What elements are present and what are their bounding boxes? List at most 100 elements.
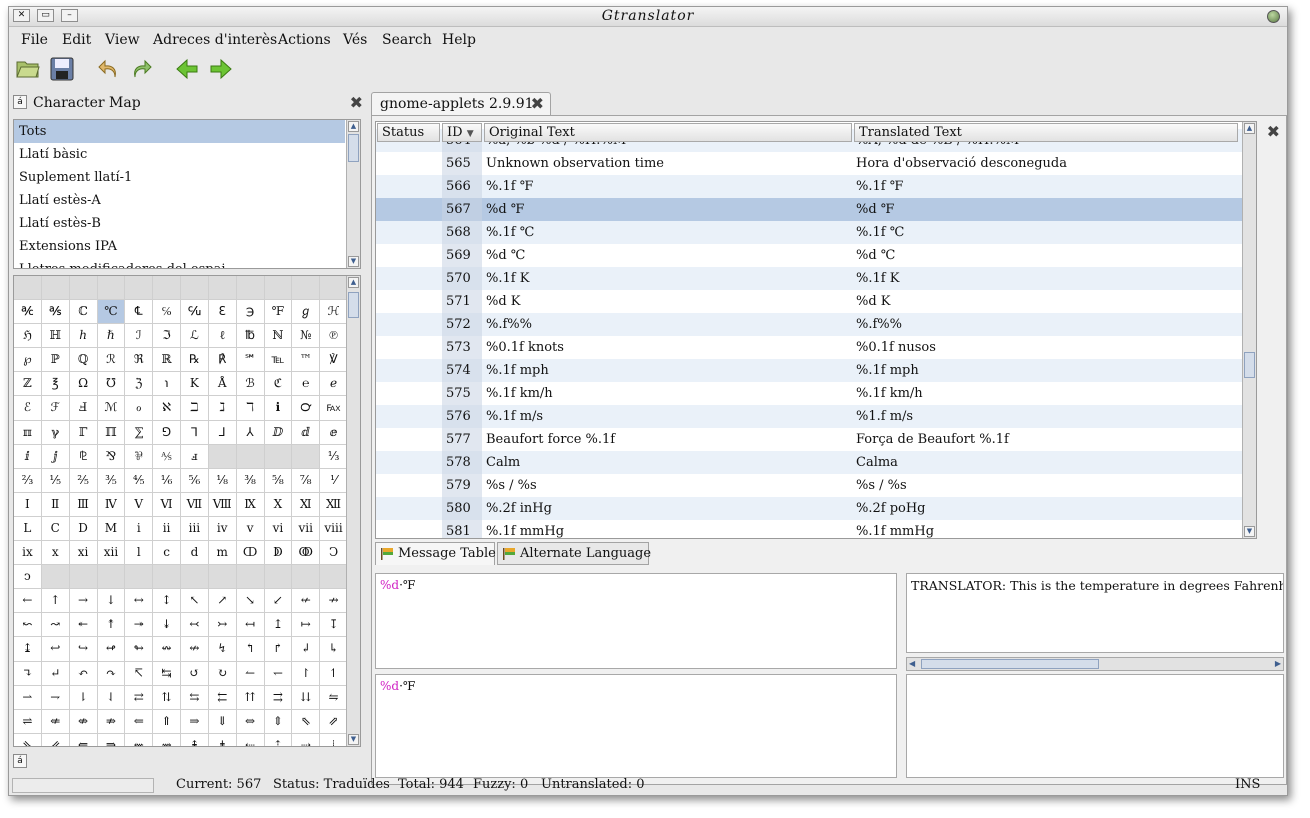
table-row[interactable]: 567 %d ℉ %d ℉ [376,198,1242,221]
character-cell[interactable]: ↦ [292,613,321,638]
character-cell[interactable]: ⇗ [320,709,348,734]
character-cell[interactable]: ℳ [97,396,126,421]
character-cell[interactable]: Ⅎ [69,396,98,421]
character-cell[interactable]: ⅸ [14,541,42,566]
character-cell[interactable]: ℌ [14,324,42,349]
character-cell[interactable] [125,565,154,590]
menu-help[interactable]: Help [442,32,476,48]
character-cell[interactable]: ℚ [69,348,98,373]
character-cell[interactable]: ⅕ [41,468,70,493]
character-cell[interactable]: ℀ [14,300,42,325]
character-cell[interactable] [208,565,237,590]
character-cell[interactable] [181,565,209,590]
character-cell[interactable]: ↱ [264,637,293,662]
character-cell[interactable]: ⅁ [153,420,181,445]
character-cell[interactable]: ⇛ [97,733,126,746]
character-cell[interactable] [69,565,98,590]
character-cell[interactable]: ↛ [320,589,348,614]
character-cell[interactable]: ⇔ [236,709,265,734]
table-row[interactable]: 577 Beaufort force %.1f Força de Beaufort … [376,428,1242,451]
character-cell[interactable]: ↗ [208,589,237,614]
character-cell[interactable]: ⅋ [97,444,126,469]
character-cell[interactable]: ↕ [153,589,181,614]
character-cell[interactable]: ↡ [153,613,181,638]
menu-actions[interactable]: Actions [278,32,331,48]
character-cell[interactable]: ⅍ [153,444,181,469]
character-cell[interactable]: ℮ [292,372,321,397]
character-cell[interactable]: ⅿ [208,541,237,566]
character-cell[interactable]: Ⅿ [97,516,126,542]
character-cell[interactable] [153,565,181,590]
character-cell[interactable]: ℍ [41,324,70,349]
character-cell[interactable] [292,276,321,301]
character-cell[interactable]: ↄ [14,565,42,590]
character-cell[interactable]: ℙ [41,348,70,373]
character-cell[interactable]: ↬ [125,637,154,662]
character-cell[interactable]: ⅘ [125,468,154,493]
character-cell[interactable]: ⅶ [292,516,321,542]
character-cell[interactable]: ⇇ [208,685,237,710]
character-cell[interactable]: ↮ [181,637,209,662]
character-cell[interactable]: ↳ [320,637,348,662]
character-cell[interactable]: ↧ [320,613,348,638]
table-row[interactable]: 571 %d K %d K [376,290,1242,313]
table-row[interactable]: 566 %.1f ℉ %.1f ℉ [376,175,1242,198]
script-list-item[interactable]: Tots [14,120,345,143]
character-cell[interactable] [181,276,209,301]
character-cell[interactable]: Ⅻ [320,492,348,517]
character-cell[interactable]: Ⅹ [264,492,293,517]
character-cell[interactable]: ↵ [41,661,70,686]
character-cell[interactable]: ⇅ [153,685,181,710]
character-cell[interactable]: ℊ [292,300,321,325]
character-cell[interactable]: ⅲ [181,516,209,542]
character-cell[interactable]: ↪ [69,637,98,662]
scroll-up-icon[interactable]: ▲ [348,277,359,288]
character-cell[interactable]: Ⅼ [14,516,42,542]
character-cell[interactable] [153,276,181,301]
close-tab-icon[interactable]: ✖ [531,94,544,113]
close-table-icon[interactable]: ✖ [1267,122,1280,141]
character-cell[interactable]: ⇑ [153,709,181,734]
character-cell[interactable]: ⇍ [41,709,70,734]
character-cell[interactable]: ℗ [320,324,348,349]
menu-edit[interactable]: Edit [62,32,91,48]
character-cell[interactable]: Ⅸ [236,492,265,517]
character-grid-scrollbar[interactable]: ▲ ▼ [346,276,360,746]
character-cell[interactable]: ℷ [208,396,237,421]
character-cell[interactable]: ℭ [264,372,293,397]
menu-bookmarks[interactable]: Adreces d'interès [153,32,277,48]
character-cell[interactable]: ℋ [320,300,348,325]
scroll-down-icon[interactable]: ▼ [1244,526,1255,537]
character-cell[interactable]: ⅙ [153,468,181,493]
script-list-item[interactable]: Llatí bàsic [14,143,345,166]
character-cell[interactable]: Ⅱ [41,492,70,517]
character-cell[interactable]: ↥ [264,613,293,638]
character-cell[interactable]: ↙ [264,589,293,614]
character-cell[interactable]: ⅔ [14,468,42,493]
scroll-thumb[interactable] [1244,352,1255,378]
character-cell[interactable]: ↟ [97,613,126,638]
character-cell[interactable]: ℤ [14,372,42,397]
character-cell[interactable] [264,565,293,590]
table-row[interactable]: 576 %.1f m/s %1.f m/s [376,405,1242,428]
table-row[interactable]: 574 %.1f mph %.1f mph [376,359,1242,382]
character-cell[interactable]: ℶ [181,396,209,421]
character-cell[interactable]: ℴ [125,396,154,421]
open-icon[interactable] [15,57,41,83]
character-cell[interactable]: ⇃ [97,685,126,710]
character-cell[interactable]: ⇊ [292,685,321,710]
tab-alternate-language[interactable]: Alternate Language [497,542,651,565]
character-cell[interactable]: ⇋ [320,685,348,710]
scroll-down-icon[interactable]: ▼ [348,256,359,267]
character-cell[interactable]: ⅴ [236,516,265,542]
character-cell[interactable]: ↭ [153,637,181,662]
character-cell[interactable]: ⅅ [264,420,293,445]
character-cell[interactable]: ⅜ [236,468,265,493]
character-cell[interactable]: ⇄ [125,685,154,710]
character-cell[interactable]: ⅟ [320,468,348,493]
character-cell[interactable]: ℞ [181,348,209,373]
character-cell[interactable]: ⅾ [181,541,209,566]
character-cell[interactable] [292,565,321,590]
character-cell[interactable]: ↺ [181,661,209,686]
character-cell[interactable] [236,444,265,469]
